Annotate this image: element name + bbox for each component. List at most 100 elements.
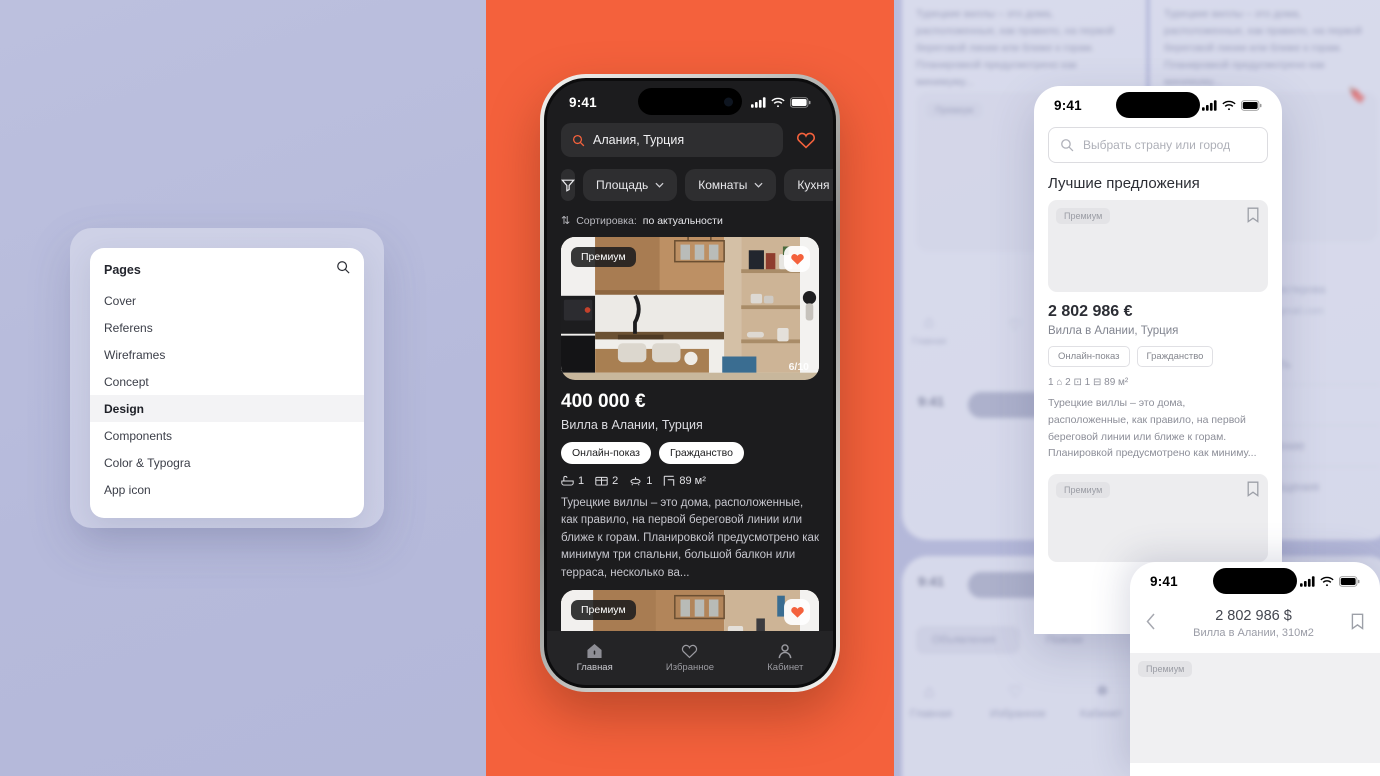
- wifi-icon: [1222, 100, 1236, 110]
- bookmark-icon: [1247, 481, 1259, 498]
- listing-specs: 1 2 1 89 м²: [561, 475, 819, 487]
- wifi-icon: [1320, 576, 1334, 586]
- pages-item-components[interactable]: Components: [90, 422, 364, 449]
- offer-price: 2 802 986 €: [1048, 303, 1133, 320]
- tab-home-label: Главная: [576, 662, 613, 673]
- search-icon: [1061, 139, 1074, 152]
- offer-specs: 1 ⌂ 2 ⊡ 1 ⊟ 89 м²: [1048, 377, 1129, 388]
- status-time-white: 9:41: [1054, 97, 1082, 113]
- heart-outline-icon: [797, 132, 815, 149]
- listing-tag-online[interactable]: Онлайн-показ: [561, 442, 651, 464]
- tab-account-label: Кабинет: [767, 662, 804, 673]
- bookmark-icon: [1247, 207, 1259, 223]
- search-icon[interactable]: [336, 260, 350, 279]
- filter-chip-area[interactable]: Площадь: [583, 169, 678, 201]
- offer-card-2[interactable]: Премиум: [1048, 474, 1268, 563]
- offer-tags: Онлайн-показ Гражданство: [1048, 346, 1268, 367]
- tab-home[interactable]: Главная: [547, 631, 642, 685]
- premium-badge-detail: Премиум: [1138, 661, 1193, 677]
- filter-chip-rooms[interactable]: Комнаты: [685, 169, 777, 201]
- spec-bed: 2: [595, 475, 618, 487]
- pages-item-color-typography[interactable]: Color & Typogra: [90, 449, 364, 476]
- tab-favorites[interactable]: Избранное: [642, 631, 737, 685]
- offer-description: Турецкие виллы – это дома, расположенные…: [1048, 397, 1257, 460]
- offer-tag-citizenship[interactable]: Гражданство: [1136, 346, 1214, 367]
- phone-mockup-white: 9:41 Выбрать страну или город Лучшие пре…: [1034, 86, 1282, 634]
- back-button[interactable]: [1146, 613, 1156, 635]
- bookmark-button-2[interactable]: [1247, 481, 1259, 502]
- status-bar: 9:41: [547, 81, 833, 123]
- sort-row[interactable]: ⇅ Сортировка: по актуальности: [547, 201, 833, 228]
- bg-bottom-tab-1: Главная: [910, 708, 952, 720]
- offer-card[interactable]: Премиум 2 802 986 € Вилла в Алании, Турц…: [1048, 200, 1268, 462]
- filter-button[interactable]: [561, 169, 575, 201]
- pages-item-referens[interactable]: Referens: [90, 314, 364, 341]
- search-value: Алания, Турция: [593, 133, 685, 147]
- battery-icon: [790, 96, 811, 108]
- battery-icon: [1339, 575, 1360, 587]
- photo-counter: 6/10: [788, 361, 809, 373]
- pages-panel: Pages Cover Referens Wireframes Concept …: [90, 248, 364, 518]
- spec-shower: 1: [629, 475, 652, 487]
- bookmark-button-detail[interactable]: [1351, 613, 1364, 635]
- search-row: Алания, Турция: [547, 123, 833, 157]
- shower-icon: [630, 477, 641, 486]
- offer-photo[interactable]: Премиум: [1048, 200, 1268, 292]
- premium-badge-2: Премиум: [571, 600, 636, 621]
- pages-title: Pages: [104, 262, 141, 277]
- spec-bed-value: 2: [612, 475, 619, 487]
- bg-premium-badge: Премиум: [926, 102, 983, 118]
- favorite-toggle[interactable]: [784, 246, 810, 272]
- wifi-icon: [771, 97, 785, 107]
- bookmark-icon: [1351, 613, 1364, 630]
- spec-bath-value: 1: [578, 475, 585, 487]
- favorites-button[interactable]: [793, 127, 819, 153]
- bg-bottom-tab-2: Избранное: [990, 708, 1046, 720]
- filters-row: Площадь Комнаты Кухня: [547, 157, 833, 201]
- listing-price: 400 000 €: [561, 391, 646, 412]
- pages-item-wireframes[interactable]: Wireframes: [90, 341, 364, 368]
- detail-subtitle: Вилла в Алании, 310м2: [1193, 627, 1314, 639]
- favorite-toggle-2[interactable]: [784, 599, 810, 626]
- pages-item-app-icon[interactable]: App icon: [90, 476, 364, 503]
- best-offers-heading: Лучшие предложения: [1048, 175, 1200, 192]
- offer-subtitle: Вилла в Алании, Турция: [1048, 325, 1179, 337]
- detail-photo[interactable]: Премиум: [1130, 653, 1380, 763]
- search-input[interactable]: Алания, Турция: [561, 123, 783, 157]
- cellular-signal-icon: [1300, 575, 1315, 587]
- offer-photo-2[interactable]: Премиум: [1048, 474, 1268, 563]
- listing-photo[interactable]: Премиум 6/10: [561, 237, 819, 380]
- pages-item-cover[interactable]: Cover: [90, 287, 364, 314]
- heart-filled-icon: [790, 607, 804, 619]
- pages-item-design[interactable]: Design: [90, 395, 364, 422]
- filter-chip-kitchen[interactable]: Кухня: [784, 169, 833, 201]
- cellular-signal-icon: [1202, 99, 1217, 111]
- spec-area: 89 м²: [663, 475, 706, 487]
- pages-item-concept[interactable]: Concept: [90, 368, 364, 395]
- spec-area-value: 89 м²: [679, 475, 706, 487]
- bg-home-icon: ⌂: [924, 314, 934, 331]
- front-camera-icon: [724, 97, 733, 106]
- bg-paragraph: Турецкие виллы – это дома, расположенные…: [916, 8, 1114, 88]
- chevron-down-icon: [655, 182, 664, 188]
- dynamic-island-white: [1116, 92, 1200, 118]
- premium-badge: Премиум: [571, 247, 636, 267]
- filter-icon: [561, 179, 575, 192]
- listing-tag-citizenship[interactable]: Гражданство: [658, 442, 744, 464]
- bg-person-icon-2: ☻: [1094, 682, 1111, 699]
- listing-card[interactable]: Премиум 6/10 400 000 € Вилла в Алании, Т…: [547, 227, 833, 582]
- tab-account[interactable]: Кабинет: [738, 631, 833, 685]
- bg-tab-label: Главная: [912, 336, 947, 346]
- country-search-input[interactable]: Выбрать страну или город: [1048, 127, 1268, 163]
- offer-tag-online[interactable]: Онлайн-показ: [1048, 346, 1130, 367]
- premium-badge-2: Премиум: [1056, 482, 1111, 499]
- status-indicators-white: [1202, 99, 1262, 111]
- listing-tags: Онлайн-показ Гражданство: [561, 442, 819, 464]
- status-indicators: [751, 96, 811, 108]
- bed-icon: [595, 476, 608, 486]
- bg-heart-icon-2: ♡: [1008, 684, 1023, 701]
- pages-panel-header: Pages: [90, 248, 364, 287]
- filter-chip-area-label: Площадь: [596, 178, 649, 192]
- bookmark-button[interactable]: [1247, 207, 1259, 228]
- status-time: 9:41: [569, 94, 597, 110]
